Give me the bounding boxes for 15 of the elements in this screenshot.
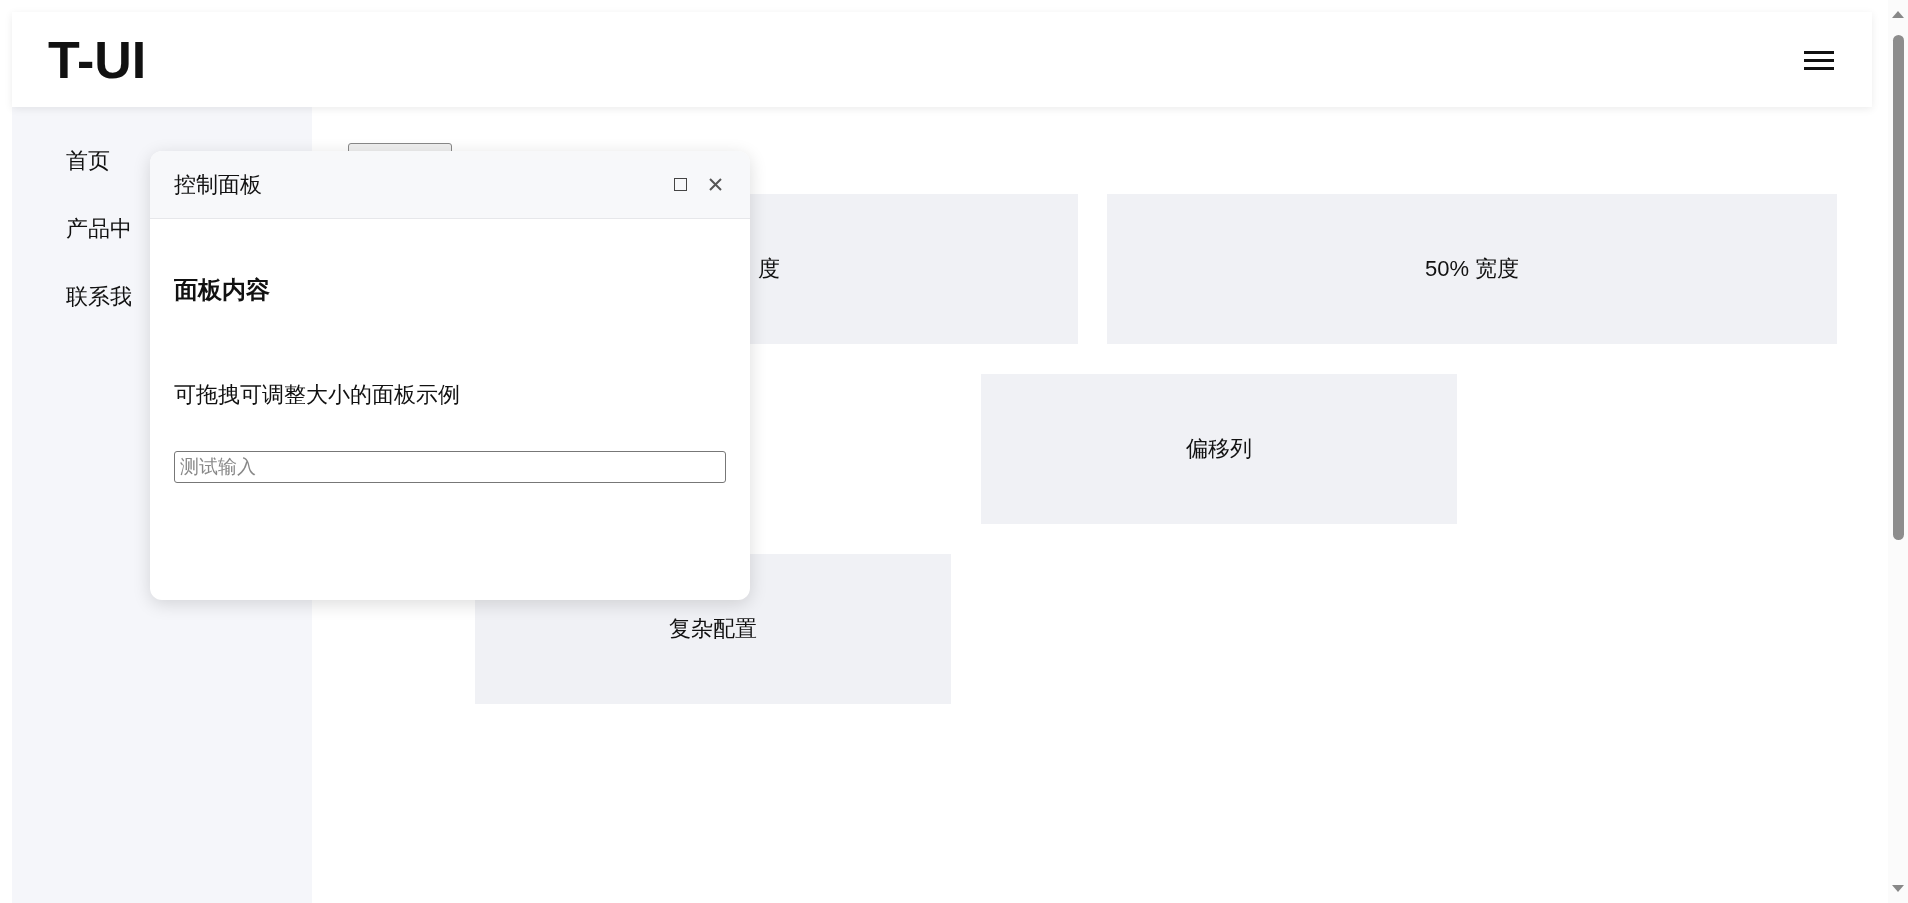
panel-title: 控制面板 <box>174 170 263 199</box>
logo: T-UI <box>48 33 147 86</box>
panel-header[interactable]: 控制面板 <box>150 151 750 219</box>
menu-icon[interactable] <box>1804 48 1834 71</box>
sidebar-item[interactable]: 首页 <box>66 147 110 175</box>
panel-text: 可拖拽可调整大小的面板示例 <box>174 381 461 409</box>
grid-block: 偏移列 <box>981 374 1457 524</box>
sidebar-item[interactable]: 联系我 <box>66 283 132 311</box>
scroll-thumb[interactable] <box>1893 35 1904 540</box>
scroll-up-icon[interactable] <box>1892 10 1904 18</box>
panel-heading: 面板内容 <box>174 275 271 305</box>
scroll-down-icon[interactable] <box>1892 885 1904 893</box>
sidebar-item[interactable]: 产品中 <box>66 215 132 243</box>
grid-block: 50% 宽度 <box>1107 194 1837 344</box>
input-field[interactable]: 测试输入 <box>174 451 726 483</box>
